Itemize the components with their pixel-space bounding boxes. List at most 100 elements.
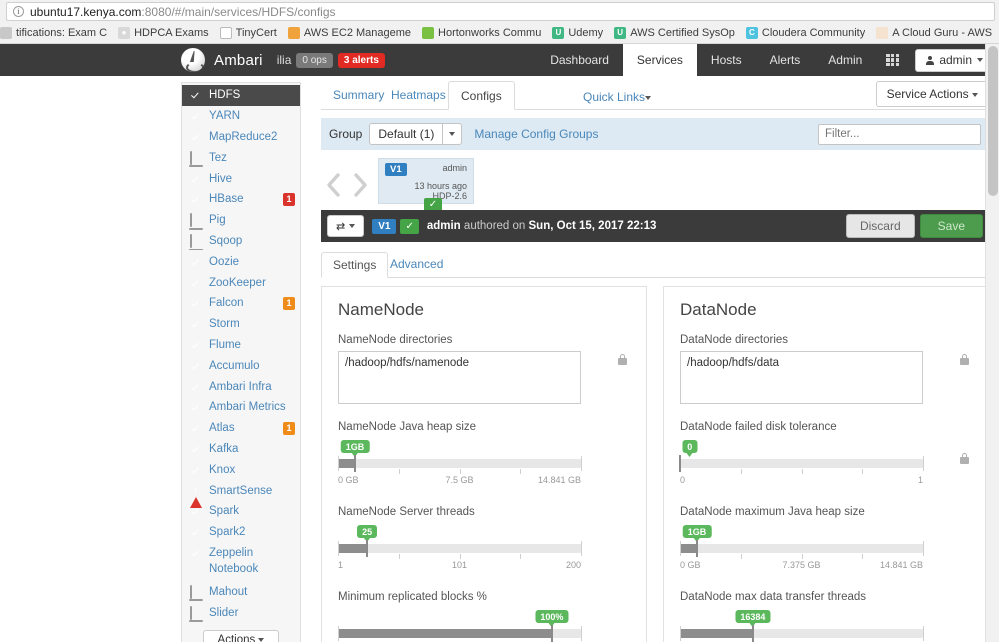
- sidebar-item-falcon[interactable]: Falcon 1: [182, 293, 300, 314]
- manage-config-groups-link[interactable]: Manage Config Groups: [474, 127, 598, 141]
- ambari-logo-icon[interactable]: [181, 48, 205, 72]
- sidebar-item-smartsense[interactable]: SmartSense: [182, 480, 300, 508]
- nav-item-dashboard[interactable]: Dashboard: [536, 44, 623, 76]
- slider-end-tick: [338, 626, 339, 641]
- filter-input[interactable]: [819, 124, 985, 144]
- nav-item-services[interactable]: Services: [622, 44, 697, 76]
- sidebar-item-zookeeper[interactable]: ZooKeeper: [182, 272, 300, 293]
- ops-badge[interactable]: 0 ops: [296, 52, 333, 68]
- slider-handle[interactable]: [550, 625, 553, 642]
- slider-track[interactable]: [680, 459, 923, 468]
- bookmark-item[interactable]: C Cloudera Community: [745, 26, 865, 39]
- config-field: DataNode directories: [680, 334, 972, 407]
- config-textarea[interactable]: [680, 351, 923, 404]
- slider-track[interactable]: [338, 459, 581, 468]
- bookmark-item[interactable]: ● HDPCA Exams: [118, 26, 209, 39]
- nav-item-hosts[interactable]: Hosts: [697, 44, 756, 76]
- save-button[interactable]: Save: [919, 214, 983, 238]
- config-field-label: NameNode directories: [338, 334, 453, 346]
- slider-track[interactable]: [680, 544, 923, 553]
- chevron-left-icon[interactable]: [325, 172, 343, 198]
- config-slider[interactable]: 16384: [680, 610, 924, 642]
- quick-links-dropdown[interactable]: Quick Links: [583, 90, 652, 104]
- sidebar-item-zeppelin[interactable]: Zeppelin: [182, 543, 300, 564]
- bookmark-item[interactable]: tifications: Exam C: [0, 26, 107, 39]
- sidebar-item-ambari-infra[interactable]: Ambari Infra: [182, 376, 300, 397]
- discard-button[interactable]: Discard: [845, 214, 915, 238]
- status-ok-icon: [190, 443, 202, 455]
- scrollbar-thumb[interactable]: [988, 46, 998, 196]
- bookmark-item[interactable]: U AWS Certified SysOp: [614, 26, 735, 39]
- cloud-icon: [876, 26, 889, 39]
- config-field: NameNode Java heap size 1GB 0 GB 7.5 GB 14.8…: [338, 421, 630, 490]
- sidebar-item-atlas[interactable]: Atlas 1: [182, 418, 300, 439]
- sidebar-item-hdfs[interactable]: HDFS: [182, 85, 300, 106]
- sidebar-item-accumulo[interactable]: Accumulo: [182, 355, 300, 376]
- slider-end-tick: [680, 626, 681, 641]
- sidebar-item-yarn[interactable]: YARN: [182, 106, 300, 127]
- slider-handle[interactable]: [696, 540, 698, 557]
- filter-control[interactable]: [818, 123, 992, 145]
- sidebar-item-flume[interactable]: Flume: [182, 335, 300, 356]
- config-slider[interactable]: 1GB 0 GB 7.5 GB 14.841 GB: [338, 440, 582, 490]
- slider-handle[interactable]: [679, 455, 681, 472]
- sidebar-item-sqoop[interactable]: Sqoop: [182, 231, 300, 252]
- config-slider[interactable]: 100%: [338, 610, 582, 642]
- bookmark-item[interactable]: U Udemy: [552, 26, 603, 39]
- service-actions-button[interactable]: Service Actions: [875, 81, 989, 107]
- bookmark-item[interactable]: TinyCert: [219, 26, 277, 39]
- config-slider[interactable]: 001: [679, 440, 924, 490]
- sidebar-item-label[interactable]: Notebook: [182, 563, 300, 581]
- sidebar-item-kafka[interactable]: Kafka: [182, 439, 300, 460]
- config-slider[interactable]: 1GB 0 GB 7.375 GB 14.841 GB: [680, 525, 924, 575]
- slider-handle[interactable]: [366, 540, 369, 557]
- nav-item-admin[interactable]: Admin: [814, 44, 876, 76]
- actions-button[interactable]: Actions: [202, 629, 280, 642]
- chevron-right-icon[interactable]: [351, 172, 369, 198]
- tab-configs[interactable]: Configs: [448, 81, 515, 110]
- status-ok-icon: [190, 297, 202, 309]
- sidebar-item-storm[interactable]: Storm: [182, 314, 300, 335]
- config-textarea[interactable]: [338, 351, 581, 404]
- sidebar-item-mahout[interactable]: Mahout: [182, 581, 300, 602]
- sidebar-item-label: Atlas: [209, 422, 235, 435]
- sidebar-item-label: Storm: [209, 318, 240, 331]
- status-ok-icon: [190, 193, 202, 205]
- bookmark-item[interactable]: A Cloud Guru - AWS: [876, 26, 992, 39]
- bookmark-item[interactable]: Hortonworks Commu: [422, 26, 541, 39]
- cluster-name[interactable]: ilia: [277, 53, 292, 67]
- slider-track[interactable]: [338, 544, 581, 553]
- tab-advanced[interactable]: Advanced: [379, 252, 454, 278]
- nav-item-alerts[interactable]: Alerts: [756, 44, 815, 76]
- page-scrollbar[interactable]: [985, 44, 999, 642]
- sidebar-item-label: Pig: [209, 214, 226, 227]
- slider-handle[interactable]: [751, 625, 754, 642]
- version-card[interactable]: V1 admin 13 hours ago HDP-2.6 ✓: [378, 158, 474, 212]
- sidebar-item-hive[interactable]: Hive: [182, 168, 300, 189]
- sidebar-item-tez[interactable]: Tez: [182, 147, 300, 168]
- user-menu-button[interactable]: admin: [915, 48, 994, 72]
- sidebar-item-ambari-metrics[interactable]: Ambari Metrics: [182, 397, 300, 418]
- slider-handle[interactable]: [354, 455, 356, 472]
- info-circle-icon[interactable]: i: [13, 6, 24, 17]
- slider-track[interactable]: [338, 629, 581, 638]
- sidebar-item-oozie[interactable]: Oozie: [182, 251, 300, 272]
- sidebar-item-slider[interactable]: Slider: [182, 602, 300, 623]
- sidebar-item-hbase[interactable]: HBase 1: [182, 189, 300, 210]
- config-group-select[interactable]: Default (1): [369, 123, 463, 145]
- sidebar-item-spark[interactable]: Spark: [182, 501, 300, 522]
- tab-heatmaps[interactable]: Heatmaps: [379, 81, 458, 110]
- sidebar-item-pig[interactable]: Pig: [182, 210, 300, 231]
- config-slider[interactable]: 25 1 101 200: [338, 525, 582, 575]
- sidebar-item-knox[interactable]: Knox: [182, 459, 300, 480]
- slider-track[interactable]: [680, 629, 923, 638]
- sidebar-item-mapreduce2[interactable]: MapReduce2: [182, 127, 300, 148]
- grid-apps-icon[interactable]: [876, 44, 909, 76]
- bookmark-item[interactable]: AWS EC2 Manageme: [287, 26, 411, 39]
- chevron-down-icon[interactable]: [442, 123, 461, 145]
- compare-versions-button[interactable]: ⇄: [327, 215, 365, 237]
- address-bar[interactable]: i ubuntu17.kenya.com:8080/#/main/service…: [6, 2, 995, 21]
- nav-menu: Dashboard Services Hosts Alerts Admin ad…: [536, 44, 994, 76]
- alerts-badge[interactable]: 3 alerts: [337, 52, 385, 68]
- sidebar-item-spark2[interactable]: Spark2: [182, 522, 300, 543]
